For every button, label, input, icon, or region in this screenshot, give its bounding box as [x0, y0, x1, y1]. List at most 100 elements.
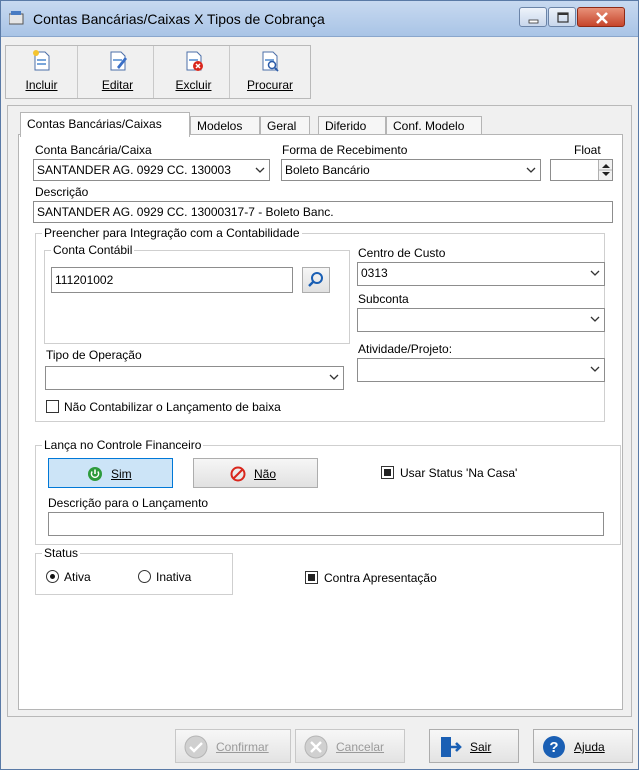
contra-apresentacao-checkbox[interactable] — [305, 571, 318, 584]
close-button[interactable] — [577, 7, 625, 27]
cancelar-button[interactable]: Cancelar — [295, 729, 405, 763]
minimize-button[interactable] — [519, 7, 547, 27]
help-icon: ? — [542, 735, 566, 759]
search-icon — [308, 272, 323, 287]
conta-contabil-group: Conta Contábil 111201002 — [44, 243, 350, 344]
chevron-down-icon — [329, 374, 339, 380]
toolbar: Incluir Editar Excluir Procurar — [5, 45, 311, 99]
sim-button[interactable]: Sim — [48, 458, 173, 488]
chevron-down-icon — [526, 167, 536, 173]
sim-label: Sim — [111, 467, 132, 481]
tab-modelos[interactable]: Modelos — [190, 116, 260, 136]
procurar-button[interactable]: Procurar — [234, 46, 306, 98]
chevron-down-icon — [255, 167, 265, 173]
excluir-label: Excluir — [175, 78, 212, 92]
search-conta-button[interactable] — [302, 267, 330, 293]
conta-bancaria-label: Conta Bancária/Caixa — [35, 143, 152, 157]
contra-apresentacao-label: Contra Apresentação — [324, 571, 437, 585]
centro-custo-value: 0313 — [361, 266, 388, 280]
svg-text:?: ? — [549, 739, 558, 756]
status-ativa-label: Ativa — [64, 570, 91, 584]
usar-status-checkbox[interactable] — [381, 466, 394, 479]
edit-document-icon — [108, 50, 128, 72]
tab-label: Modelos — [197, 119, 243, 133]
nao-contabilizar-checkbox[interactable] — [46, 400, 59, 413]
centro-custo-select[interactable]: 0313 — [357, 262, 605, 286]
financeiro-title: Lança no Controle Financeiro — [42, 438, 204, 452]
status-title: Status — [42, 546, 81, 560]
subconta-label: Subconta — [358, 292, 409, 306]
financeiro-group: Lança no Controle Financeiro Sim Não Usa… — [35, 438, 621, 545]
spinner-arrows-icon[interactable] — [598, 160, 612, 180]
conta-contabil-input[interactable]: 111201002 — [51, 267, 293, 293]
app-icon — [8, 11, 25, 25]
status-inativa-radio[interactable] — [138, 570, 151, 583]
desc-lancamento-label: Descrição para o Lançamento — [48, 496, 209, 510]
nao-contabilizar-label: Não Contabilizar o Lançamento de baixa — [64, 400, 281, 414]
confirmar-button[interactable]: Confirmar — [175, 729, 291, 763]
conta-contabil-title: Conta Contábil — [51, 243, 135, 257]
tab-label: Diferido — [325, 119, 367, 133]
excluir-button[interactable]: Excluir — [158, 46, 230, 98]
atividade-projeto-label: Atividade/Projeto: — [358, 342, 453, 356]
ajuda-button[interactable]: ? Ajuda — [533, 729, 633, 763]
confirmar-label: Confirmar — [216, 740, 269, 754]
chevron-down-icon — [590, 366, 600, 372]
tipo-operacao-select[interactable] — [45, 366, 344, 390]
status-ativa-radio[interactable] — [46, 570, 59, 583]
delete-document-icon — [184, 50, 204, 72]
conta-bancaria-select[interactable]: SANTANDER AG. 0929 CC. 130003 — [33, 159, 270, 181]
chevron-down-icon — [590, 316, 600, 322]
title-bar: Contas Bancárias/Caixas X Tipos de Cobra… — [1, 1, 638, 37]
conta-bancaria-value: SANTANDER AG. 0929 CC. 130003 — [37, 163, 231, 177]
tipo-operacao-label: Tipo de Operação — [46, 348, 142, 362]
search-document-icon — [260, 50, 280, 72]
tab-geral[interactable]: Geral — [260, 116, 310, 136]
exit-icon — [438, 735, 462, 759]
chevron-down-icon — [590, 270, 600, 276]
tab-content: Conta Bancária/Caixa SANTANDER AG. 0929 … — [18, 134, 623, 710]
float-spinner[interactable] — [550, 159, 613, 181]
main-panel: Contas Bancárias/Caixas Modelos Geral Di… — [7, 105, 632, 717]
maximize-button[interactable] — [548, 7, 576, 27]
editar-label: Editar — [101, 78, 134, 92]
ajuda-label: Ajuda — [574, 740, 605, 754]
tab-contas-bancarias[interactable]: Contas Bancárias/Caixas — [20, 112, 190, 137]
sair-button[interactable]: Sair — [429, 729, 519, 763]
procurar-label: Procurar — [246, 78, 293, 92]
prohibited-icon — [230, 466, 246, 482]
nao-button[interactable]: Não — [193, 458, 318, 488]
nao-label: Não — [254, 467, 277, 481]
window-title: Contas Bancárias/Caixas X Tipos de Cobra… — [33, 11, 325, 27]
descricao-input[interactable]: SANTANDER AG. 0929 CC. 13000317-7 - Bole… — [33, 201, 613, 223]
conta-contabil-value: 111201002 — [55, 273, 114, 287]
sair-label: Sair — [470, 740, 492, 754]
tab-label: Conf. Modelo — [393, 119, 465, 133]
float-label: Float — [574, 143, 601, 157]
forma-recebimento-select[interactable]: Boleto Bancário — [281, 159, 541, 181]
centro-custo-label: Centro de Custo — [358, 246, 446, 260]
cancel-circle-icon — [304, 735, 328, 759]
descricao-value: SANTANDER AG. 0929 CC. 13000317-7 - Bole… — [37, 205, 334, 219]
status-inativa-label: Inativa — [156, 570, 192, 584]
status-group: Status Ativa Inativa — [35, 546, 233, 595]
tab-label: Contas Bancárias/Caixas — [27, 117, 162, 131]
incluir-label: Incluir — [25, 78, 58, 92]
tab-diferido[interactable]: Diferido — [318, 116, 386, 136]
incluir-button[interactable]: Incluir — [6, 46, 78, 98]
tab-label: Geral — [267, 119, 297, 133]
descricao-label: Descrição — [35, 185, 89, 199]
atividade-projeto-select[interactable] — [357, 358, 605, 382]
check-circle-icon — [184, 735, 208, 759]
power-icon — [88, 467, 102, 481]
editar-button[interactable]: Editar — [82, 46, 154, 98]
tab-conf-modelo[interactable]: Conf. Modelo — [386, 116, 482, 136]
cancelar-label: Cancelar — [336, 740, 385, 754]
dialog-window: Contas Bancárias/Caixas X Tipos de Cobra… — [0, 0, 639, 770]
integracao-group: Preencher para Integração com a Contabil… — [35, 226, 605, 422]
desc-lancamento-input[interactable] — [48, 512, 604, 536]
subconta-select[interactable] — [357, 308, 605, 332]
integracao-title: Preencher para Integração com a Contabil… — [42, 226, 302, 240]
forma-recebimento-label: Forma de Recebimento — [282, 143, 408, 157]
new-document-icon — [32, 50, 52, 72]
